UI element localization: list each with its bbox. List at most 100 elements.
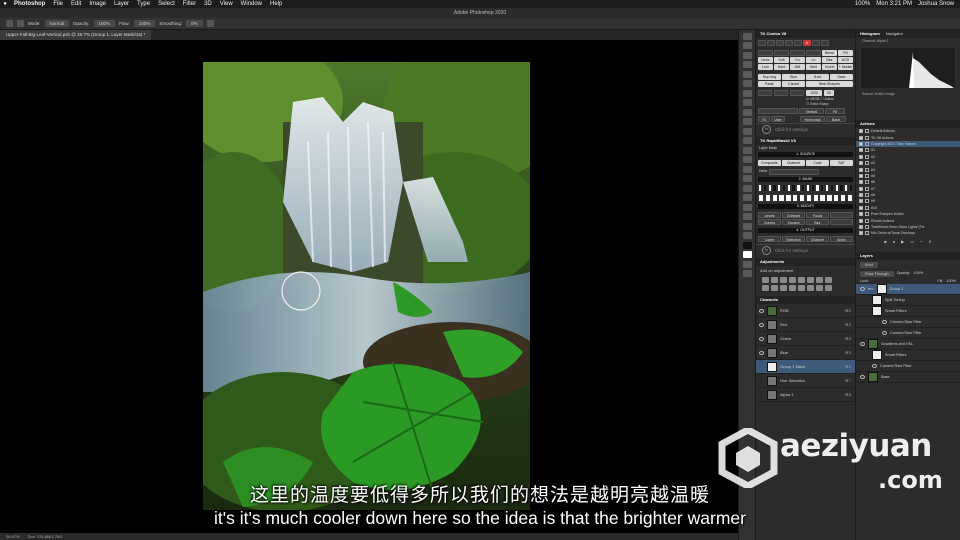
actions-tab[interactable]: Actions xyxy=(856,120,960,128)
tk-hard-button[interactable]: Hard xyxy=(774,64,789,70)
eye-icon[interactable] xyxy=(882,330,887,335)
menu-window[interactable]: Window xyxy=(237,0,266,8)
rapidmask-channel-out-button[interactable]: Channel xyxy=(806,236,829,242)
posterize-icon[interactable] xyxy=(798,285,805,291)
smoothing-field[interactable]: 0% xyxy=(186,20,203,27)
channel-row-green[interactable]: Green ⌘4 xyxy=(756,332,855,346)
zoom-level[interactable]: 26.67% xyxy=(6,533,20,540)
tk-8bit-button[interactable]: 8-bit xyxy=(806,74,829,80)
tk-horizontal-button[interactable]: Horizontal xyxy=(800,116,825,122)
adjustments-tab[interactable]: Adjustments xyxy=(756,258,855,266)
layer-row-filter[interactable]: Camera Raw Filter xyxy=(856,317,960,328)
screen-mode-icon[interactable] xyxy=(742,270,752,277)
user-label[interactable]: Joshua Snow xyxy=(918,0,954,8)
eye-icon[interactable] xyxy=(882,319,887,324)
eye-icon[interactable] xyxy=(759,308,764,313)
flow-field[interactable]: 100% xyxy=(133,20,156,27)
eye-icon[interactable] xyxy=(872,363,877,368)
color-lookup-icon[interactable] xyxy=(780,285,787,291)
rapidmask-blank2-button[interactable] xyxy=(830,219,853,225)
eye-icon[interactable] xyxy=(860,286,865,291)
menu-3d[interactable]: 3D xyxy=(200,0,216,8)
rapidmask-curves-button[interactable]: Curves xyxy=(758,219,781,225)
foreground-color-swatch[interactable] xyxy=(742,241,752,249)
histogram-source-select[interactable]: Entire Image xyxy=(875,92,895,96)
black-white-icon[interactable] xyxy=(825,277,832,283)
tk-panel-tab[interactable]: TK Combo V8 xyxy=(756,30,855,38)
tk-tk-button[interactable]: TK xyxy=(758,116,770,122)
eraser-tool-icon[interactable] xyxy=(742,137,752,144)
zoom-tool-icon[interactable] xyxy=(742,222,752,230)
tk-invert-button[interactable]: Invert xyxy=(822,64,837,70)
menu-edit[interactable]: Edit xyxy=(67,0,85,8)
layers-kind-filter[interactable]: Kind xyxy=(860,261,878,268)
rapidmask-selection-button[interactable]: Selection xyxy=(782,236,805,242)
layer-row-filter[interactable]: Camera Raw Filter xyxy=(856,361,960,372)
tk-base-button[interactable]: Base xyxy=(826,116,846,122)
new-action-icon[interactable]: + xyxy=(920,239,922,244)
channel-row-hue-selection[interactable]: Hue Selection ⌘7 xyxy=(756,374,855,388)
rapidmask-blur-button[interactable]: Blur xyxy=(806,219,829,225)
tk-paste-button[interactable]: Paste xyxy=(758,81,781,87)
gear-icon[interactable] xyxy=(206,20,214,27)
tk-icon-2[interactable] xyxy=(767,40,775,46)
layer-row-filter[interactable]: Camera Raw Filter xyxy=(856,328,960,339)
clock-label[interactable]: Mon 3:21 PM xyxy=(876,0,912,8)
quick-mask-icon[interactable] xyxy=(742,260,752,268)
rapidmask-color-button[interactable]: Color xyxy=(806,160,829,166)
brush-tool-icon[interactable] xyxy=(17,20,24,27)
stop-icon[interactable]: ■ xyxy=(884,239,886,244)
menu-app-name[interactable]: Photoshop xyxy=(10,0,49,8)
histogram-tab[interactable]: Histogram xyxy=(860,30,880,38)
histogram-channel-select[interactable]: Alpha 1 xyxy=(877,39,889,43)
tk-fill-button[interactable]: Fill xyxy=(838,50,853,56)
tk-dup-img-button[interactable]: Dup Img xyxy=(758,74,781,80)
layer-row-split-toning[interactable]: Split Toning xyxy=(856,294,960,306)
rapidmask-swatches-2[interactable] xyxy=(756,193,855,203)
hand-tool-icon[interactable] xyxy=(742,213,752,220)
layer-mask-thumb[interactable] xyxy=(876,283,887,294)
path-select-icon[interactable] xyxy=(742,194,752,201)
delete-action-icon[interactable]: ✕ xyxy=(928,239,931,244)
layers-blend-select[interactable]: Pass Through xyxy=(860,270,894,277)
hue-saturation-icon[interactable] xyxy=(807,277,814,283)
photo-filter-icon[interactable] xyxy=(762,285,769,291)
rapidmask-layer-button[interactable]: Layer xyxy=(758,236,781,242)
menu-layer[interactable]: Layer xyxy=(110,0,133,8)
quick-select-tool-icon[interactable] xyxy=(742,61,752,68)
tk-icon-4[interactable] xyxy=(785,40,793,46)
channel-row-blue[interactable]: Blue ⌘5 xyxy=(756,346,855,360)
eyedropper-tool-icon[interactable] xyxy=(742,89,752,97)
menu-filter[interactable]: Filter xyxy=(179,0,200,8)
rapidmask-focus-button[interactable]: Focus xyxy=(806,212,829,218)
menu-view[interactable]: View xyxy=(216,0,237,8)
new-set-icon[interactable]: ▭ xyxy=(910,239,914,244)
tk-brush-icon[interactable] xyxy=(758,50,773,56)
tk-blend-button[interactable]: Blend xyxy=(822,50,837,56)
stamp-tool-icon[interactable] xyxy=(742,118,752,125)
layer-row-base[interactable]: Base xyxy=(856,371,960,383)
channel-row-alpha[interactable]: Alpha 1 ⌘8 xyxy=(756,388,855,402)
tk-icon-8[interactable] xyxy=(821,40,829,46)
tk-icon-5[interactable] xyxy=(794,40,802,46)
tk-trash-icon[interactable] xyxy=(758,108,798,114)
tk-blur-button[interactable]: Blur xyxy=(822,57,837,63)
rapidmask-channel-button[interactable]: Channel xyxy=(782,160,805,166)
tk-cancel-button[interactable]: Cancel xyxy=(782,81,805,87)
tk-web-sharpen-button[interactable]: Web Sharpen xyxy=(806,81,853,87)
crop-tool-icon[interactable] xyxy=(742,70,752,78)
tk-sketch-button[interactable]: + Sketch xyxy=(838,64,853,70)
tk-lum-button[interactable]: Lum xyxy=(758,64,773,70)
shape-tool-icon[interactable] xyxy=(742,203,752,211)
tk-size-button[interactable]: Size xyxy=(782,74,805,80)
tk-icon-1[interactable] xyxy=(758,40,766,46)
rapidmask-settings-row[interactable]: fx Click for settings xyxy=(756,244,855,256)
home-icon[interactable] xyxy=(6,20,13,27)
mode-select[interactable]: Normal xyxy=(44,20,70,27)
rapidmask-delta-slider[interactable] xyxy=(769,169,820,175)
opacity-field[interactable]: 100% xyxy=(93,20,116,27)
move-tool-icon[interactable] xyxy=(742,32,752,40)
brush-tool-icon[interactable] xyxy=(742,108,752,116)
tk-norm-button[interactable]: Norm xyxy=(758,57,773,63)
rapidmask-tab[interactable]: TK RapidMask2 V8 xyxy=(756,137,855,145)
